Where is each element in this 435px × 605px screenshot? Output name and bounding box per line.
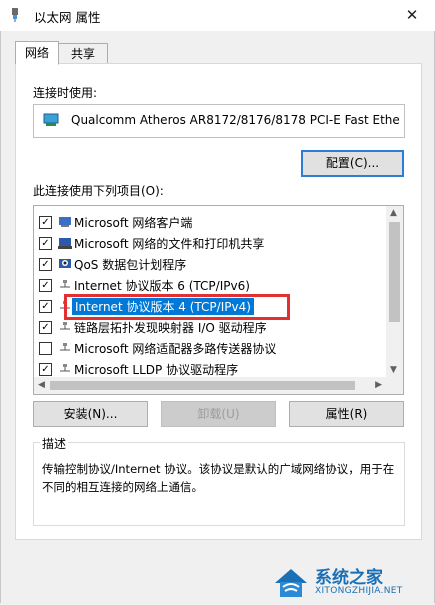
checkbox[interactable]: ✓ <box>39 258 52 271</box>
watermark-brand: 系统之家 <box>315 568 383 588</box>
item-label: Internet 协议版本 6 (TCP/IPv6) <box>74 279 250 293</box>
scroll-up-icon[interactable]: ▲ <box>390 208 397 218</box>
vertical-scrollbar[interactable]: ▲ ▼ <box>386 206 403 377</box>
connect-using-label: 连接时使用: <box>33 86 98 100</box>
list-item[interactable]: ✓ QoS 数据包计划程序 <box>34 254 384 275</box>
checkbox[interactable]: ✓ <box>39 321 52 334</box>
description-title: 描述 <box>40 435 69 452</box>
checkbox[interactable]: ✓ <box>39 300 52 313</box>
qos-icon <box>59 259 71 268</box>
network-adapter-icon <box>43 113 59 126</box>
list-item[interactable]: Microsoft 网络适配器多路传送器协议 <box>34 338 384 359</box>
horizontal-scrollbar[interactable]: ◀ ▶ <box>34 377 386 394</box>
uninstall-button: 卸载(U) <box>161 401 276 427</box>
item-label: Microsoft 网络适配器多路传送器协议 <box>74 342 277 356</box>
network-cable-icon <box>12 8 18 22</box>
window-title: 以太网 属性 <box>34 10 101 25</box>
item-label: Microsoft LLDP 协议驱动程序 <box>74 363 239 377</box>
close-icon: ✕ <box>405 6 419 24</box>
site-watermark: 系统之家 XITONGZHIJIA.NET <box>271 561 431 601</box>
list-item[interactable]: ✓ 链路层拓扑发现映射器 I/O 驱动程序 <box>34 317 384 338</box>
scroll-corner <box>386 377 403 394</box>
items-label: 此连接使用下列项目(O): <box>33 184 164 198</box>
checkbox[interactable]: ✓ <box>39 237 52 250</box>
horizontal-scroll-thumb[interactable] <box>50 381 355 390</box>
title-bar: 以太网 属性 ✕ <box>0 0 435 31</box>
description-text: 传输控制协议/Internet 协议。该协议是默认的广域网络协议，用于在不同的相… <box>42 462 395 494</box>
item-label: QoS 数据包计划程序 <box>74 258 187 272</box>
item-label: 链路层拓扑发现映射器 I/O 驱动程序 <box>74 321 267 335</box>
tab-sharing[interactable]: 共享 <box>58 43 108 65</box>
checkbox[interactable]: ✓ <box>39 216 52 229</box>
checkbox[interactable]: ✓ <box>39 279 52 292</box>
properties-button[interactable]: 属性(R) <box>289 401 404 427</box>
adapter-name: Qualcomm Atheros AR8172/8176/8178 PCI-E … <box>71 113 400 127</box>
item-label: Microsoft 网络的文件和打印机共享 <box>74 237 265 251</box>
vertical-scroll-thumb[interactable] <box>389 222 400 322</box>
network-tab-panel: 连接时使用: Qualcomm Atheros AR8172/8176/8178… <box>15 63 422 540</box>
watermark-url: XITONGZHIJIA.NET <box>315 586 403 596</box>
scroll-right-icon[interactable]: ▶ <box>375 380 382 390</box>
protocol-icon <box>60 364 70 372</box>
list-item[interactable]: ✓ Microsoft 网络客户端 <box>34 212 384 233</box>
list-item[interactable]: ✓ Internet 协议版本 6 (TCP/IPv6) <box>34 275 384 296</box>
red-highlight-annotation <box>64 294 290 320</box>
protocol-icon <box>60 322 70 330</box>
list-item[interactable]: ✓ Microsoft 网络的文件和打印机共享 <box>34 233 384 254</box>
protocol-icon <box>60 343 70 351</box>
configure-button[interactable]: 配置(C)... <box>301 150 404 177</box>
install-button[interactable]: 安装(N)... <box>33 401 148 427</box>
house-logo-icon <box>275 569 307 597</box>
adapter-field: Qualcomm Atheros AR8172/8176/8178 PCI-E … <box>33 104 405 138</box>
scroll-left-icon[interactable]: ◀ <box>38 380 45 390</box>
scroll-down-icon[interactable]: ▼ <box>390 365 397 375</box>
checkbox[interactable]: ✓ <box>39 363 52 376</box>
tab-network[interactable]: 网络 <box>15 41 59 65</box>
description-group: 描述 传输控制协议/Internet 协议。该协议是默认的广域网络协议，用于在不… <box>33 435 405 526</box>
item-label: Microsoft 网络客户端 <box>74 216 193 230</box>
close-button[interactable]: ✕ <box>389 0 435 31</box>
items-list: ✓ Microsoft 网络客户端 ✓ Microsoft 网络的文件和打印机共… <box>33 205 404 395</box>
checkbox[interactable] <box>39 342 52 355</box>
network-client-icon <box>59 217 71 227</box>
printer-share-icon <box>58 238 72 249</box>
protocol-icon <box>60 280 70 288</box>
